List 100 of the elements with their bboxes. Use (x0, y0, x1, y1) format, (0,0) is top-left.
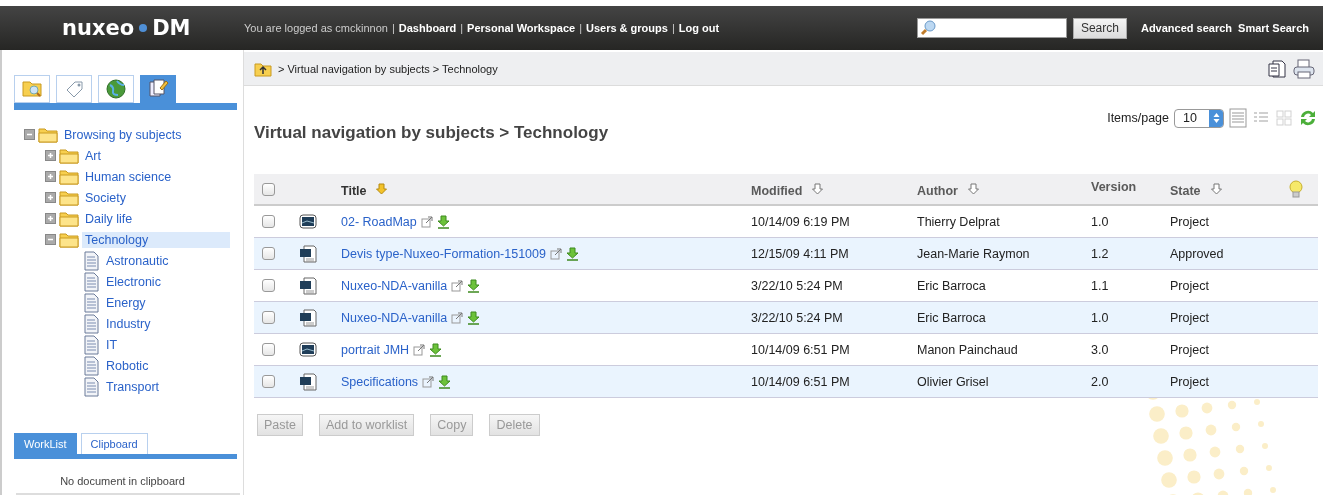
document-link[interactable]: Nuxeo-NDA-vanilla (341, 278, 448, 293)
tree-item[interactable]: Industry (103, 315, 154, 332)
expand-icon[interactable] (45, 213, 56, 224)
download-icon[interactable] (438, 374, 452, 389)
external-link-icon[interactable] (451, 279, 464, 292)
external-link-icon[interactable] (420, 215, 433, 228)
table-cell: Thierry Delprat (917, 214, 1000, 229)
table-cell: 3/22/10 5:24 PM (751, 278, 843, 293)
search-field[interactable] (916, 18, 1067, 38)
expand-icon[interactable] (45, 192, 56, 203)
expand-icon[interactable] (45, 150, 56, 161)
separator-text: | (460, 22, 464, 34)
nav-link[interactable]: Users & groups (586, 22, 668, 34)
sort-arrow-icon[interactable] (1210, 183, 1222, 195)
empty-message: No document in clipboard (59, 475, 186, 487)
items-per-page-select[interactable]: 10 (1174, 108, 1224, 128)
external-link-icon[interactable] (422, 375, 435, 388)
login-status-text: You are logged as cmckinnon (244, 22, 388, 34)
select-all-checkbox[interactable] (262, 182, 275, 196)
nav-link[interactable]: Personal Workspace (467, 22, 576, 34)
row-checkbox[interactable] (262, 375, 275, 388)
search-button[interactable]: Search (1072, 17, 1127, 39)
separator-text: | (579, 22, 582, 34)
logo-text: nuxeo (62, 16, 135, 40)
table-cell: Olivier Grisel (917, 374, 989, 389)
panel-tab[interactable]: Clipboard (80, 433, 148, 454)
tree-item[interactable]: Robotic (103, 357, 152, 374)
logo-dot-icon (139, 24, 148, 32)
document-link[interactable]: Specifications (341, 374, 419, 389)
tree-item[interactable]: Transport (103, 378, 163, 395)
tree-item[interactable]: Daily life (82, 210, 136, 227)
tree-item[interactable]: Astronautic (103, 252, 172, 269)
refresh-icon[interactable] (1298, 108, 1318, 128)
nav-link[interactable]: Log out (678, 22, 720, 34)
table-cell: 3/22/10 5:24 PM (751, 310, 843, 325)
column-header[interactable]: Author (917, 184, 958, 198)
download-icon[interactable] (565, 246, 579, 261)
table-cell: Project (1170, 310, 1209, 325)
download-icon[interactable] (436, 214, 450, 229)
external-link-icon[interactable] (549, 247, 562, 260)
download-icon[interactable] (429, 342, 443, 357)
row-checkbox[interactable] (262, 247, 275, 260)
document-icon (83, 250, 100, 271)
external-link-icon[interactable] (413, 343, 426, 356)
separator-text: | (391, 22, 395, 34)
collapse-icon[interactable] (24, 129, 35, 140)
row-checkbox[interactable] (262, 311, 275, 324)
document-link[interactable]: portrait JMH (341, 342, 410, 357)
logo-text: DM (152, 16, 191, 40)
globe-icon (105, 78, 127, 100)
row-checkbox[interactable] (262, 343, 275, 356)
sidebar-tab[interactable] (98, 75, 134, 103)
table-cell: 10/14/09 6:51 PM (751, 342, 850, 357)
table-cell: 12/15/09 4:11 PM (751, 246, 849, 261)
document-icon (83, 313, 100, 334)
tree-item[interactable]: Browsing by subjects (61, 126, 185, 143)
tree-item[interactable]: Energy (103, 294, 149, 311)
tree-item[interactable]: Society (82, 189, 129, 206)
download-icon[interactable] (467, 310, 481, 325)
table-cell: 1.2 (1091, 246, 1109, 261)
row-checkbox[interactable] (262, 279, 275, 292)
folder-search-icon (21, 78, 43, 100)
document-icon (299, 308, 317, 327)
sort-arrow-icon[interactable] (376, 183, 388, 195)
search-link[interactable]: Advanced search (1140, 22, 1233, 34)
column-header[interactable]: Modified (751, 184, 803, 198)
expand-icon[interactable] (45, 171, 56, 182)
table-cell: Eric Barroca (917, 278, 986, 293)
table-cell: 1.0 (1091, 214, 1109, 229)
external-link-icon[interactable] (451, 311, 464, 324)
nav-link[interactable]: Dashboard (398, 22, 457, 34)
stepper-icon (1212, 112, 1220, 124)
zip-icon[interactable] (1267, 58, 1287, 79)
row-checkbox[interactable] (262, 215, 275, 228)
sidebar-tab[interactable] (14, 75, 50, 103)
sort-arrow-icon[interactable] (812, 183, 824, 195)
sidebar-tab[interactable] (140, 75, 176, 103)
tree-item[interactable]: Technology (82, 231, 230, 248)
column-header[interactable]: Title (341, 184, 367, 198)
download-icon[interactable] (467, 278, 481, 293)
sort-arrow-icon[interactable] (967, 183, 979, 195)
document-link[interactable]: 02- RoadMap (341, 214, 417, 229)
collapse-icon[interactable] (45, 234, 56, 245)
tree-item[interactable]: IT (103, 336, 121, 353)
search-link[interactable]: Smart Search (1238, 22, 1309, 34)
sidebar-tab[interactable] (56, 75, 92, 103)
print-icon[interactable] (1293, 58, 1315, 79)
tree-item[interactable]: Art (82, 147, 104, 164)
tree-item[interactable]: Human science (82, 168, 175, 185)
tree-item[interactable]: Electronic (103, 273, 164, 290)
column-header[interactable]: State (1170, 184, 1201, 198)
folder-icon (38, 126, 58, 143)
documents-pencil-icon (147, 78, 169, 100)
document-link[interactable]: Nuxeo-NDA-vanilla (341, 310, 448, 325)
lightbulb-icon (1289, 180, 1303, 198)
document-link[interactable]: Devis type-Nuxeo-Formation-151009 (341, 246, 546, 261)
table-cell: Eric Barroca (917, 310, 986, 325)
document-icon (299, 244, 317, 263)
panel-tab[interactable]: WorkList (14, 433, 77, 454)
folder-icon (59, 168, 79, 185)
